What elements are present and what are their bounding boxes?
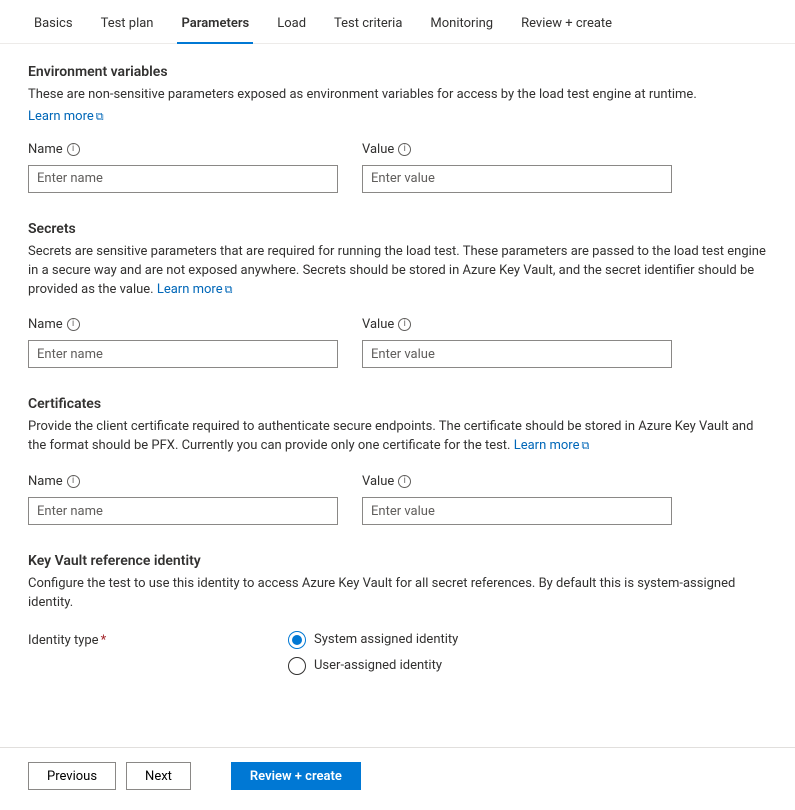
certs-value-label: Value: [362, 474, 394, 489]
footer-bar: Previous Next Review + create: [0, 747, 795, 810]
secrets-desc: Secrets are sensitive parameters that ar…: [28, 243, 767, 300]
external-link-icon: ⧉: [582, 439, 590, 452]
secrets-name-label: Name: [28, 317, 63, 332]
info-icon[interactable]: i: [398, 318, 411, 331]
env-value-input[interactable]: [362, 165, 672, 193]
certs-name-label: Name: [28, 474, 63, 489]
tab-review-create[interactable]: Review + create: [507, 8, 626, 43]
secrets-name-input[interactable]: [28, 340, 338, 368]
identity-type-radio-group: System assigned identity User-assigned i…: [288, 631, 458, 675]
env-name-input[interactable]: [28, 165, 338, 193]
previous-button[interactable]: Previous: [28, 762, 116, 790]
env-vars-section: Environment variables These are non-sens…: [28, 64, 767, 193]
radio-icon: [288, 631, 306, 649]
env-name-label: Name: [28, 142, 63, 157]
certs-title: Certificates: [28, 396, 767, 412]
secrets-section: Secrets Secrets are sensitive parameters…: [28, 221, 767, 369]
env-vars-title: Environment variables: [28, 64, 767, 80]
env-value-label: Value: [362, 142, 394, 157]
learn-more-text: Learn more: [514, 438, 580, 453]
secrets-value-input[interactable]: [362, 340, 672, 368]
external-link-icon: ⧉: [96, 110, 104, 123]
info-icon[interactable]: i: [398, 143, 411, 156]
info-icon[interactable]: i: [67, 143, 80, 156]
keyvault-section: Key Vault reference identity Configure t…: [28, 553, 767, 675]
learn-more-text: Learn more: [157, 282, 223, 297]
radio-user-assigned-label: User-assigned identity: [314, 658, 442, 673]
info-icon[interactable]: i: [67, 475, 80, 488]
keyvault-title: Key Vault reference identity: [28, 553, 767, 569]
review-create-button[interactable]: Review + create: [231, 762, 361, 790]
required-star-icon: *: [101, 633, 107, 648]
certs-value-input[interactable]: [362, 497, 672, 525]
tab-monitoring[interactable]: Monitoring: [416, 8, 507, 43]
radio-system-assigned-label: System assigned identity: [314, 632, 458, 647]
radio-icon: [288, 657, 306, 675]
certs-section: Certificates Provide the client certific…: [28, 396, 767, 525]
secrets-title: Secrets: [28, 221, 767, 237]
secrets-learn-more-link[interactable]: Learn more⧉: [157, 282, 233, 297]
content-area: Environment variables These are non-sens…: [0, 44, 795, 675]
keyvault-desc: Configure the test to use this identity …: [28, 575, 767, 613]
env-vars-desc: These are non-sensitive parameters expos…: [28, 86, 767, 105]
certs-desc: Provide the client certificate required …: [28, 418, 767, 456]
external-link-icon: ⧉: [225, 283, 233, 296]
tab-parameters[interactable]: Parameters: [167, 8, 263, 43]
identity-type-label: Identity type: [28, 633, 99, 648]
tab-load[interactable]: Load: [263, 8, 320, 43]
certs-name-input[interactable]: [28, 497, 338, 525]
env-vars-learn-more-link[interactable]: Learn more⧉: [28, 109, 104, 124]
next-button[interactable]: Next: [126, 762, 191, 790]
certs-learn-more-link[interactable]: Learn more⧉: [514, 438, 590, 453]
radio-user-assigned[interactable]: User-assigned identity: [288, 657, 458, 675]
learn-more-text: Learn more: [28, 109, 94, 124]
tab-test-plan[interactable]: Test plan: [87, 8, 168, 43]
info-icon[interactable]: i: [398, 475, 411, 488]
radio-system-assigned[interactable]: System assigned identity: [288, 631, 458, 649]
secrets-value-label: Value: [362, 317, 394, 332]
info-icon[interactable]: i: [67, 318, 80, 331]
tab-basics[interactable]: Basics: [20, 8, 87, 43]
tab-test-criteria[interactable]: Test criteria: [320, 8, 416, 43]
tab-bar: Basics Test plan Parameters Load Test cr…: [0, 0, 795, 44]
